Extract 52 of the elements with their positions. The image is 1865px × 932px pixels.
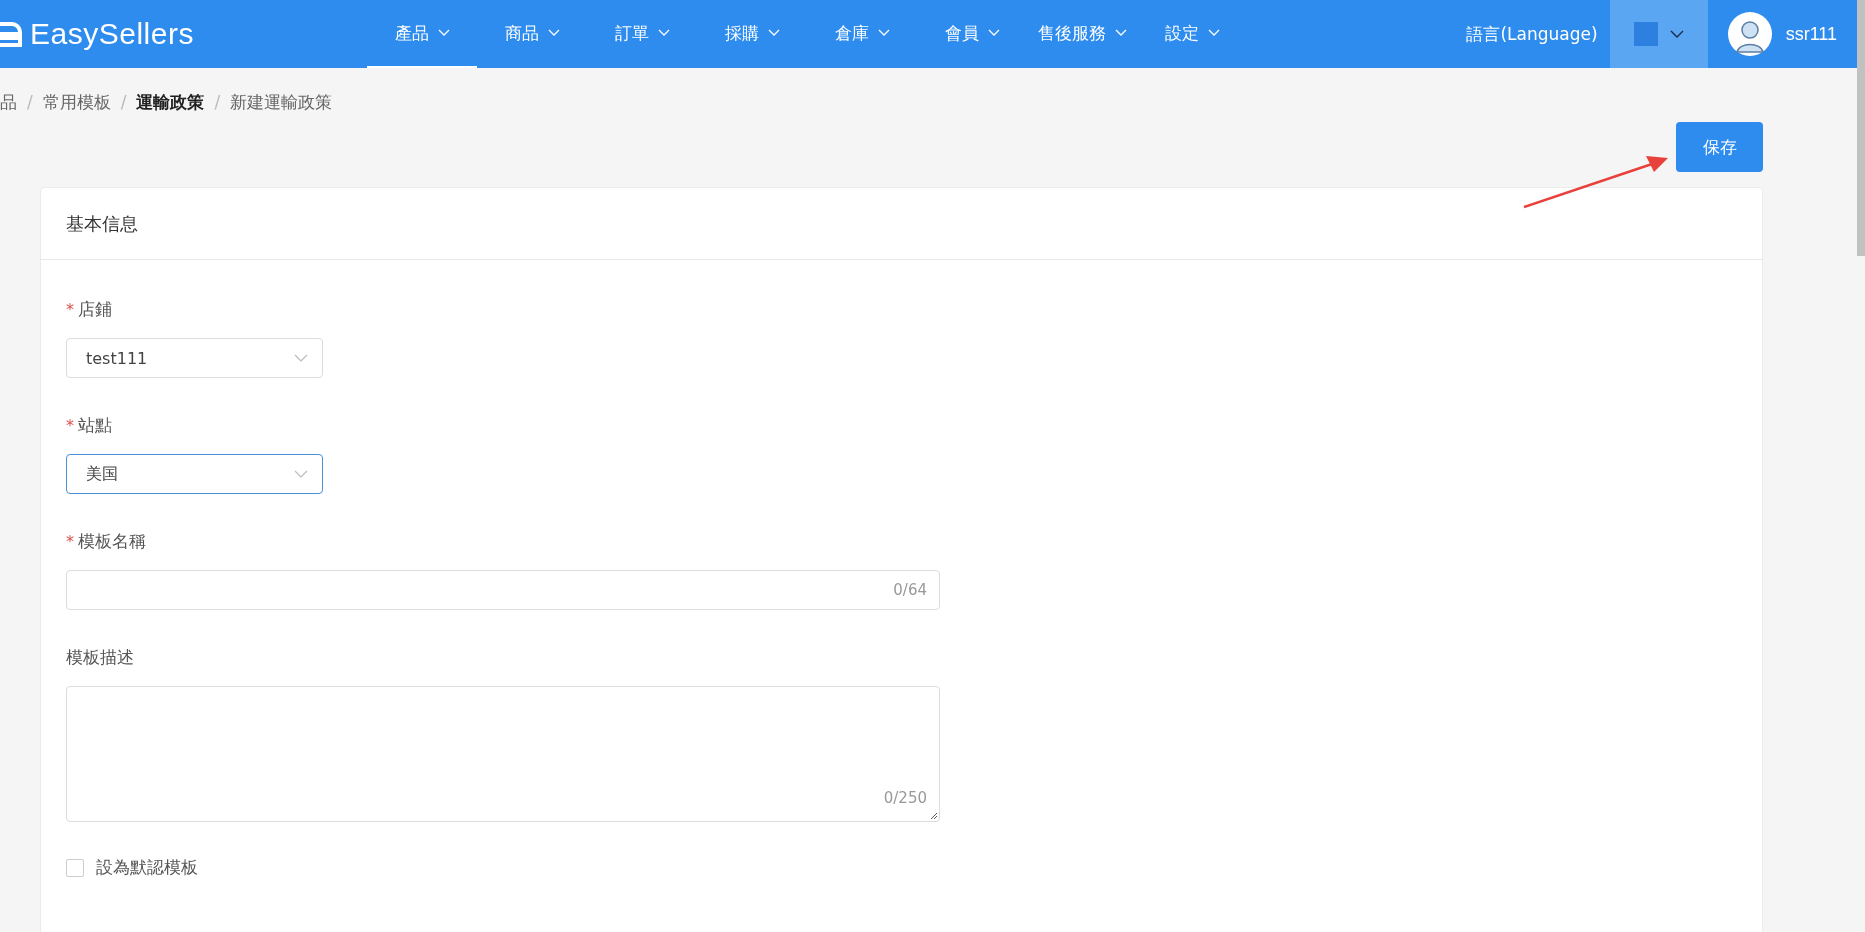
input-field[interactable]: 0/64	[66, 570, 940, 610]
caret-icon	[547, 29, 560, 37]
caret-icon	[437, 29, 450, 37]
caret-icon	[1114, 29, 1127, 37]
breadcrumb-item[interactable]: 品	[0, 90, 17, 114]
checkbox[interactable]	[66, 858, 84, 877]
caret-icon	[294, 470, 308, 478]
caret-icon	[1207, 29, 1220, 37]
nav-menu-item[interactable]: 倉庫	[807, 0, 917, 68]
select-field[interactable]: 美国	[66, 454, 323, 494]
caret-icon	[294, 354, 308, 362]
save-button[interactable]: 保存	[1676, 122, 1763, 172]
required-mark: *	[66, 531, 74, 551]
field-label: 模板名稱	[78, 529, 146, 553]
flag-dropdown[interactable]	[1609, 0, 1708, 68]
nav-menu-item[interactable]: 售後服務	[1027, 0, 1137, 68]
caret-icon	[1669, 29, 1684, 39]
nav-menu-item[interactable]: 採購	[697, 0, 807, 68]
breadcrumb-separator: /	[120, 92, 127, 112]
caret-icon	[877, 29, 890, 37]
logo-text: EasySellers	[30, 17, 194, 51]
avatar-icon[interactable]	[1727, 12, 1772, 56]
nav-menu-item[interactable]: 訂單	[587, 0, 697, 68]
nav-menu-item[interactable]: 會員	[917, 0, 1027, 68]
nav-menu-item[interactable]: 產品	[367, 0, 477, 68]
resize-handle-icon[interactable]	[930, 812, 938, 820]
required-mark: *	[66, 415, 74, 435]
character-counter: 0/64	[893, 581, 928, 599]
caret-icon	[987, 29, 1000, 37]
breadcrumb-separator: /	[27, 92, 33, 112]
card-title: 基本信息	[66, 211, 138, 236]
text-area-field[interactable]: 0/250	[66, 686, 940, 822]
nav-menu-item[interactable]: 設定	[1137, 0, 1247, 68]
required-mark: *	[66, 299, 74, 319]
checkbox-label[interactable]: 設為默認模板	[96, 856, 198, 879]
character-counter: 0/250	[883, 789, 928, 807]
breadcrumb-item[interactable]: 新建運輸政策	[230, 90, 333, 114]
breadcrumb-separator: /	[214, 92, 221, 112]
breadcrumb-item[interactable]: 常用模板	[42, 90, 111, 114]
language-menu[interactable]: 語言(Language)	[1454, 22, 1610, 46]
field-label: 站點	[78, 413, 112, 437]
caret-icon	[767, 29, 780, 37]
user-name[interactable]: ssr111	[1785, 23, 1837, 45]
caret-icon	[657, 29, 670, 37]
logo-icon	[0, 21, 22, 47]
flag-icon	[1633, 22, 1658, 46]
field-label: 模板描述	[66, 645, 134, 669]
breadcrumb-item[interactable]: 運輸政策	[136, 90, 205, 114]
select-field[interactable]: test111	[66, 338, 323, 378]
field-label: 店鋪	[78, 297, 112, 321]
nav-menu-item[interactable]: 商品	[477, 0, 587, 68]
scrollbar[interactable]	[1857, 0, 1865, 256]
